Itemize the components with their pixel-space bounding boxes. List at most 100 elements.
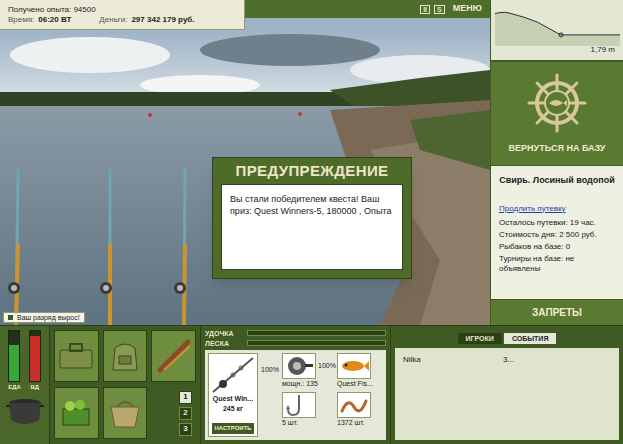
need-gauge: ЕДА [8, 330, 21, 390]
tackle-box-slot[interactable] [54, 330, 99, 382]
inventory: 1 2 3 [50, 326, 200, 444]
top-area: Получено опыта: 94500 Время: 06:20 ВТ Де… [0, 0, 623, 325]
slot-caption: Quest Fis... [337, 380, 381, 389]
tension-label: УДОЧКА [205, 330, 243, 337]
sound-button[interactable]: S [434, 5, 445, 14]
rod-section: УДОЧКА ЛЕСКА Quest Win... 245 кг НАСТРОИТ… [200, 326, 390, 444]
top-bar: II S МЕНЮ [245, 0, 490, 18]
slot-box [337, 353, 371, 379]
reel-condition: 100% [318, 353, 336, 372]
food-slot[interactable] [54, 387, 99, 439]
players-tab[interactable]: ИГРОКИ [458, 333, 502, 344]
pause-button[interactable]: II [420, 5, 430, 14]
time-label: Время: [8, 16, 34, 24]
need-fill [30, 336, 40, 381]
player-value: 3... [503, 354, 514, 366]
rod-case-icon [156, 338, 192, 374]
return-panel: ВЕРНУТЬСЯ НА БАЗУ [491, 62, 623, 165]
needs-gauges: ЕДА ВД [8, 330, 41, 390]
slot-top [282, 392, 334, 418]
hook-slot[interactable]: 5 шт. [282, 392, 334, 428]
warning-dialog: ПРЕДУПРЕЖДЕНИЕ Вы стали победителем квес… [212, 157, 412, 279]
base-info: Свирь. Лосиный водопой Продлить путевку … [491, 165, 623, 300]
rod-case-slot[interactable] [151, 330, 196, 382]
rank-toast: Ваш разряд вырос! [3, 312, 85, 323]
tension-row: УДОЧКА [205, 330, 386, 337]
dialog-title: ПРЕДУПРЕЖДЕНИЕ [213, 158, 411, 184]
extend-link[interactable]: Продлить путевку [499, 203, 615, 215]
food-icon [58, 395, 94, 431]
need-gauge: ВД [29, 330, 41, 390]
return-button[interactable]: ВЕРНУТЬСЯ НА БАЗУ [509, 142, 606, 156]
pot-icon[interactable] [5, 394, 45, 428]
experience: Получено опыта: 94500 [8, 6, 236, 14]
depth-chart: 1,79 m [491, 0, 623, 62]
slot-top [337, 353, 381, 379]
base-detail: Рыбаков на базе: 0 [499, 242, 615, 252]
backpack-icon [107, 338, 143, 374]
players-tabs: ИГРОКИСОБЫТИЯ [391, 326, 623, 344]
lure-slot[interactable]: Quest Fis... [337, 353, 381, 389]
menu-button[interactable]: МЕНЮ [453, 2, 482, 16]
rod-condition: 100% [261, 353, 279, 437]
page-button[interactable]: 2 [179, 407, 192, 420]
fishing-scene[interactable]: ПРЕДУПРЕЖДЕНИЕ Вы стали победителем квес… [0, 30, 490, 325]
base-detail: Стоимость дня: 2 500 руб. [499, 230, 615, 240]
bottom-area [495, 12, 620, 46]
tension-track [247, 340, 386, 346]
backpack-slot[interactable] [103, 330, 148, 382]
players-tab[interactable]: СОБЫТИЯ [504, 333, 557, 344]
depth-profile [491, 0, 623, 46]
rod-icon [211, 356, 255, 394]
setup-button[interactable]: НАСТРОИТЬ [212, 423, 253, 434]
money-label: Деньги: [99, 16, 127, 24]
rod-panel: Quest Win... 245 кг НАСТРОИТЬ 100% 100%м… [205, 350, 386, 440]
slot-caption: мощн.: 135 [282, 380, 334, 389]
base-detail: Турниры на базе: не объявлены [499, 254, 615, 274]
depth-plot [491, 0, 623, 46]
tension-label: ЛЕСКА [205, 340, 243, 347]
reel-slot[interactable]: 100% мощн.: 135 [282, 353, 334, 389]
rod-name: Quest Win... [213, 395, 253, 404]
tension-row: ЛЕСКА [205, 340, 386, 347]
slot-caption: 1372 шт. [337, 419, 381, 428]
page-button[interactable]: 1 [179, 391, 192, 404]
slot-box [282, 392, 316, 418]
toast-icon [8, 315, 13, 320]
base-details: Осталось путевки: 19 час. Стоимость дня: … [499, 218, 615, 274]
needs-panel: ЕДА ВД [0, 326, 50, 444]
players-panel: ИГРОКИСОБЫТИЯ Nilka3... [390, 326, 623, 444]
need-label: ВД [31, 384, 40, 390]
time-value: 06:20 ВТ [38, 16, 71, 24]
page-button[interactable]: 3 [179, 423, 192, 436]
bans-button[interactable]: ЗАПРЕТЫ [491, 300, 623, 325]
ship-wheel-icon[interactable] [526, 72, 588, 134]
game-view: Получено опыта: 94500 Время: 06:20 ВТ Де… [0, 0, 490, 325]
top-bar-wrap: II S МЕНЮ [245, 0, 490, 30]
rod-slot[interactable]: Quest Win... 245 кг НАСТРОИТЬ [208, 353, 258, 437]
players-list: Nilka3... [395, 348, 619, 440]
slot-caption: 5 шт. [282, 419, 334, 428]
toast-text: Ваш разряд вырос! [17, 314, 80, 321]
money-value: 297 342 179 руб. [131, 16, 194, 24]
slot-top [337, 392, 381, 418]
basket-slot[interactable] [103, 387, 148, 439]
player-row[interactable]: Nilka3... [395, 352, 619, 368]
hook-icon [283, 393, 315, 417]
slot-box [337, 392, 371, 418]
need-label: ЕДА [8, 384, 21, 390]
need-fill [9, 345, 19, 381]
float-marker [559, 33, 563, 37]
status-panel: Получено опыта: 94500 Время: 06:20 ВТ Де… [0, 0, 245, 30]
base-detail: Осталось путевки: 19 час. [499, 218, 615, 228]
right-panel: 1,79 m ВЕРНУТЬСЯ НА БАЗУ Свирь. Лосиный … [490, 0, 623, 325]
player-name: Nilka [403, 354, 503, 366]
slot-box [282, 353, 316, 379]
bait-slot[interactable]: 1372 шт. [337, 392, 381, 428]
tackle-grid: 100% мощн.: 135Quest Fis... 5 шт.1372 шт. [282, 353, 381, 437]
bait-icon [338, 393, 370, 417]
slot-top: 100% [282, 353, 334, 379]
need-track [29, 330, 41, 382]
rod-load: 245 кг [223, 405, 243, 414]
location: Свирь. Лосиный водопой [499, 174, 615, 188]
